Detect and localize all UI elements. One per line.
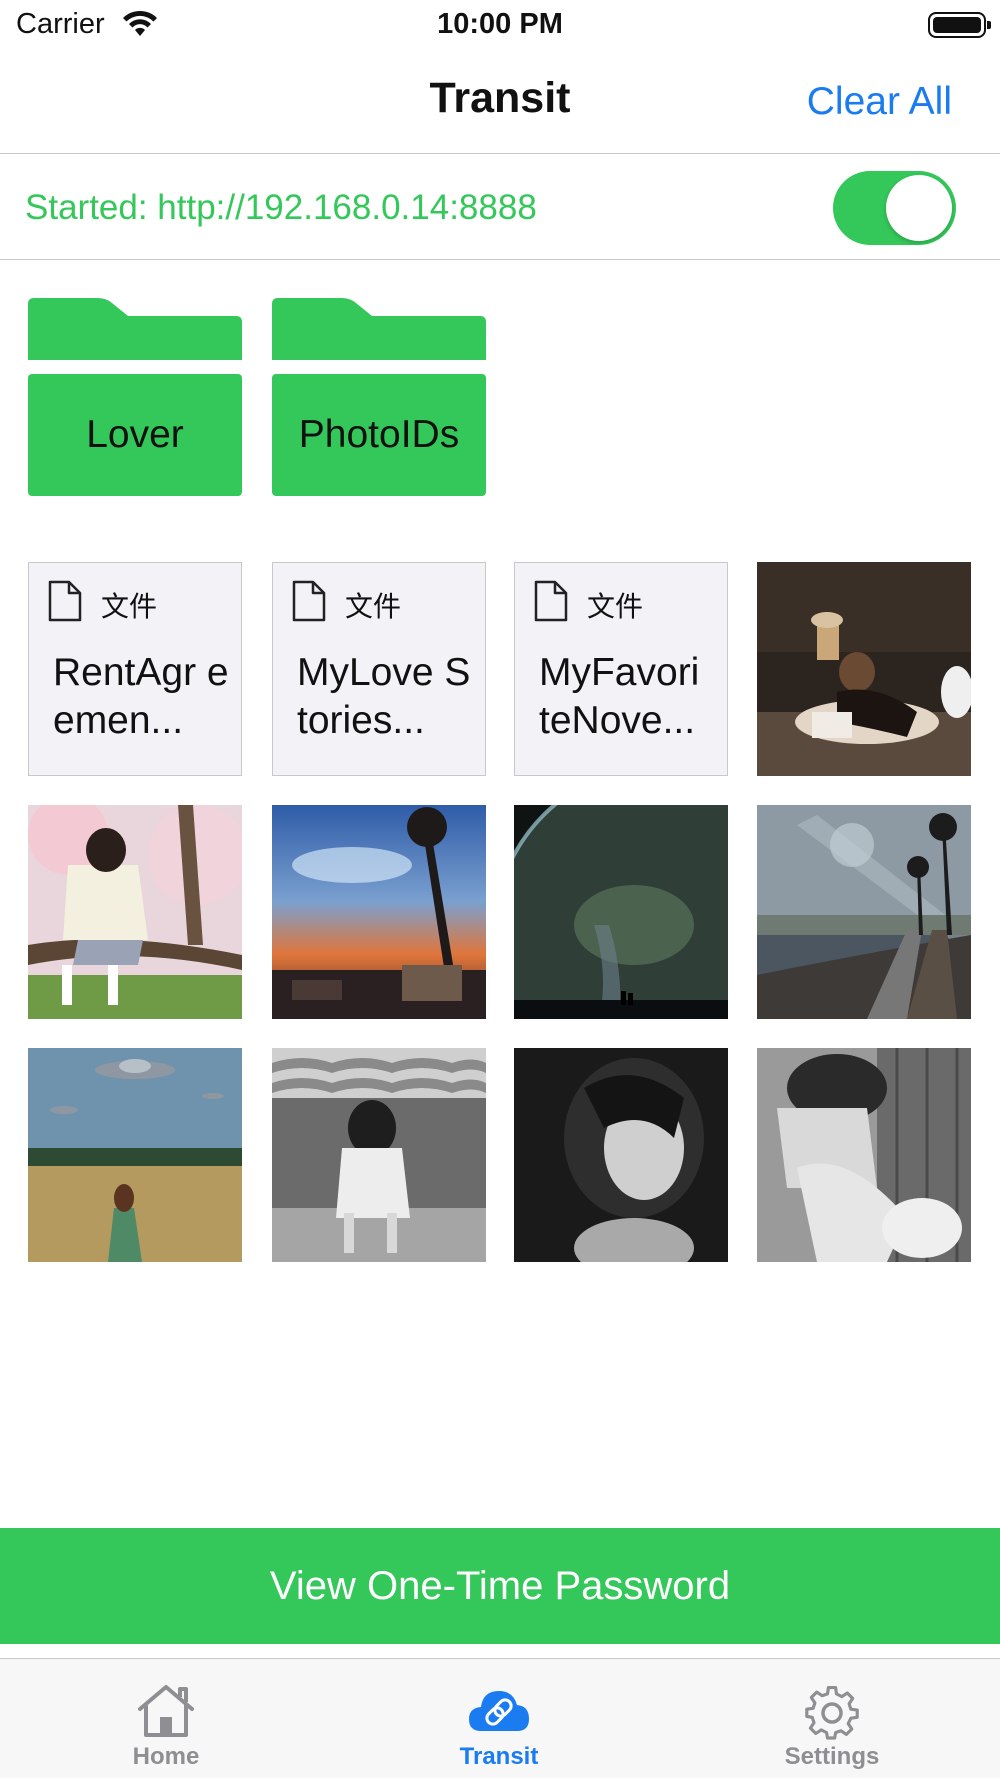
tab-settings[interactable]: Settings: [732, 1659, 932, 1778]
view-otp-button[interactable]: View One-Time Password: [0, 1528, 1000, 1644]
document-kind-label: 文件: [587, 591, 644, 622]
tab-label: Home: [132, 1743, 200, 1770]
photo-image: [272, 1048, 486, 1262]
document-item[interactable]: 文件 RentAgr eemen...: [28, 562, 242, 776]
battery-icon: [928, 12, 991, 38]
navigation-bar: Transit Clear All: [0, 50, 1000, 154]
photo-image: [757, 805, 971, 1019]
photo-image: [28, 1048, 242, 1262]
tab-label: Transit: [459, 1743, 539, 1770]
photo-thumbnail[interactable]: [272, 805, 486, 1019]
folder-item[interactable]: PhotoIDs: [272, 298, 486, 498]
document-item[interactable]: 文件 MyLove Stories...: [272, 562, 486, 776]
clock-label: 10:00 PM: [437, 8, 563, 40]
photo-thumbnail[interactable]: [28, 805, 242, 1019]
status-bar: Carrier 10:00 PM: [0, 0, 1000, 50]
folder-icon: [28, 298, 242, 360]
folder-label: PhotoIDs: [272, 374, 486, 496]
toggle-knob: [886, 175, 952, 241]
photo-thumbnail[interactable]: [272, 1048, 486, 1262]
photo-image: [514, 805, 728, 1019]
photo-image: [28, 805, 242, 1019]
house-icon: [138, 1685, 194, 1737]
server-status-label: Started: http://192.168.0.14:8888: [25, 188, 537, 227]
document-kind-label: 文件: [345, 591, 402, 622]
document-name: RentAgr eemen...: [53, 651, 229, 742]
tab-transit[interactable]: Transit: [399, 1659, 599, 1778]
photo-thumbnail[interactable]: [757, 805, 971, 1019]
tab-home[interactable]: Home: [66, 1659, 266, 1778]
clear-all-button[interactable]: Clear All: [807, 80, 952, 124]
photo-image: [272, 805, 486, 1019]
folder-label: Lover: [28, 374, 242, 496]
photo-image: [757, 1048, 971, 1262]
photo-thumbnail[interactable]: [514, 1048, 728, 1262]
document-icon: [292, 580, 326, 622]
document-name: MyLove Stories...: [297, 651, 471, 742]
document-name: MyFavori teNove...: [539, 651, 700, 742]
photo-image: [757, 562, 971, 776]
tab-bar: Home Transit Settings: [0, 1658, 1000, 1778]
gear-icon: [805, 1686, 859, 1740]
document-item[interactable]: 文件 MyFavori teNove...: [514, 562, 728, 776]
photo-thumbnail[interactable]: [28, 1048, 242, 1262]
document-kind-label: 文件: [101, 591, 158, 622]
tab-label: Settings: [784, 1743, 880, 1770]
document-icon: [48, 580, 82, 622]
photo-thumbnail[interactable]: [514, 805, 728, 1019]
folder-icon: [272, 298, 486, 360]
photo-thumbnail[interactable]: [757, 562, 971, 776]
document-icon: [534, 580, 568, 622]
cloud-link-icon: [469, 1691, 529, 1731]
folder-item[interactable]: Lover: [28, 298, 242, 498]
server-status-row: Started: http://192.168.0.14:8888: [0, 154, 1000, 260]
photo-image: [514, 1048, 728, 1262]
photo-thumbnail[interactable]: [757, 1048, 971, 1262]
server-toggle[interactable]: [833, 171, 956, 245]
